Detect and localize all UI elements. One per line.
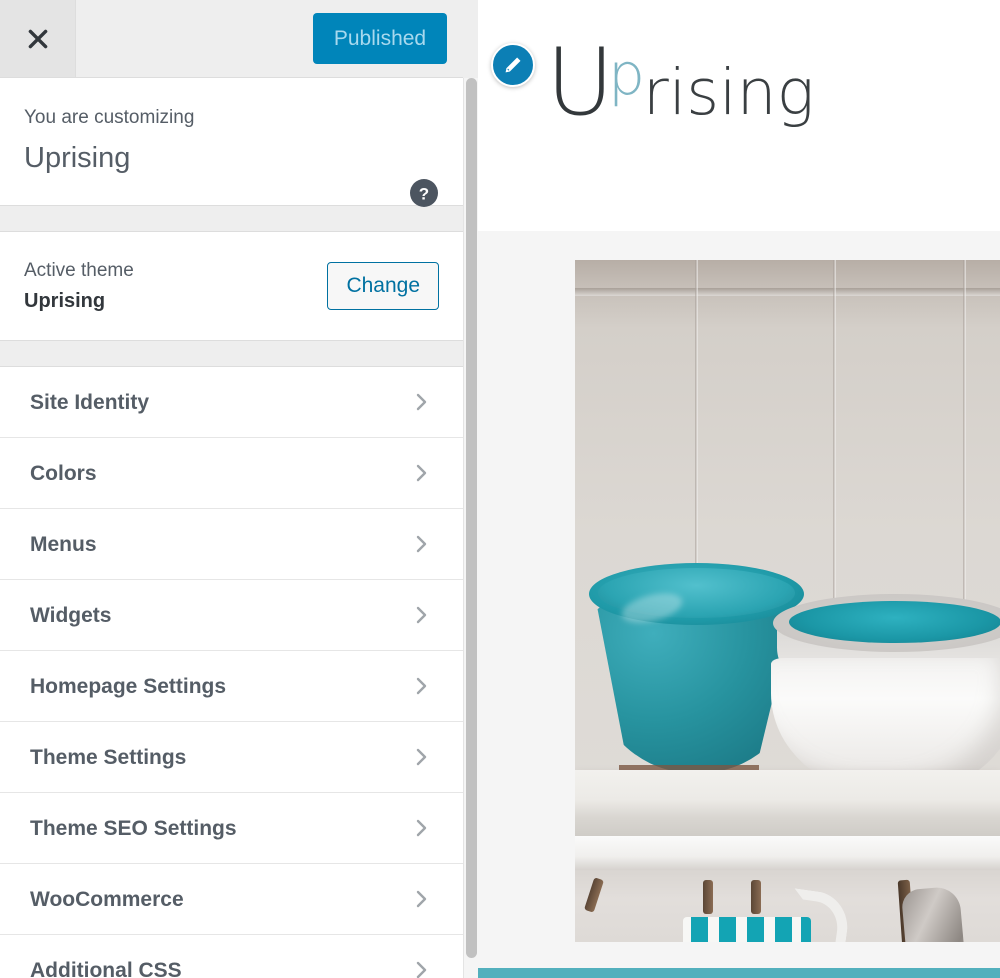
page-title: Uprising — [24, 141, 131, 174]
site-header: Uprising — [478, 0, 1000, 231]
white-bowl-back-inner — [789, 601, 1000, 643]
customizer-sections-list: Site Identity Colors Menus Widgets Homep… — [0, 367, 463, 978]
chevron-right-icon — [416, 961, 427, 978]
sidebar-item-theme-settings[interactable]: Theme Settings — [0, 722, 463, 794]
sidebar-item-widgets[interactable]: Widgets — [0, 580, 463, 652]
section-divider-band — [0, 206, 463, 233]
active-theme-info: Active theme Uprising — [24, 258, 134, 314]
photo-wall-rail — [575, 288, 1000, 296]
hero-photo — [575, 260, 1000, 942]
customizing-header-block: You are customizing Uprising ? — [0, 78, 463, 208]
site-footer-accent-band — [478, 968, 1000, 978]
change-theme-button[interactable]: Change — [327, 262, 439, 311]
sidebar-item-colors[interactable]: Colors — [0, 438, 463, 510]
site-preview-pane: Uprising — [478, 0, 1000, 978]
customizer-sidebar: Published You are customizing Uprising ?… — [0, 0, 478, 978]
svg-text:?: ? — [419, 185, 429, 204]
chevron-right-icon — [416, 535, 427, 553]
section-divider-band-2 — [0, 341, 463, 368]
sidebar-item-homepage-settings[interactable]: Homepage Settings — [0, 651, 463, 723]
mug-stripe — [719, 917, 736, 942]
sidebar-item-additional-css[interactable]: Additional CSS — [0, 935, 463, 978]
chevron-right-icon — [416, 677, 427, 695]
sidebar-scrollbar-thumb[interactable] — [466, 78, 477, 958]
sidebar-item-label: Menus — [30, 532, 97, 556]
striped-mug — [683, 917, 811, 942]
customizer-header: Published — [0, 0, 463, 78]
photo-shelf-upper — [575, 770, 1000, 836]
sidebar-item-label: Additional CSS — [30, 958, 182, 978]
customizer-scroll-content: You are customizing Uprising ? Active th… — [0, 78, 463, 978]
site-logo[interactable]: Uprising — [546, 36, 820, 129]
site-logo-part-3: rising — [642, 56, 815, 129]
close-customizer-button[interactable] — [0, 0, 76, 77]
mug-stripe — [775, 917, 792, 942]
sidebar-item-woocommerce[interactable]: WooCommerce — [0, 864, 463, 936]
active-theme-label: Active theme — [24, 260, 134, 282]
close-icon — [28, 29, 47, 48]
sidebar-item-theme-seo-settings[interactable]: Theme SEO Settings — [0, 793, 463, 865]
active-theme-block: Active theme Uprising Change — [0, 232, 463, 342]
edit-shortcut-button[interactable] — [491, 43, 535, 87]
chevron-right-icon — [416, 393, 427, 411]
customizer-screen: Published You are customizing Uprising ?… — [0, 0, 1000, 978]
publish-button[interactable]: Published — [313, 13, 447, 64]
pencil-edit-icon — [505, 57, 521, 73]
wall-hook — [751, 880, 761, 914]
mug-stripe — [801, 917, 811, 942]
sidebar-item-label: Colors — [30, 461, 97, 485]
active-theme-name: Uprising — [24, 290, 106, 313]
header-spacer — [76, 0, 313, 77]
wall-hook — [703, 880, 713, 914]
publish-button-wrap: Published — [313, 0, 463, 77]
chevron-right-icon — [416, 606, 427, 624]
site-content-area — [478, 231, 1000, 978]
wall-hook — [583, 877, 605, 913]
mug-stripe — [747, 917, 764, 942]
sidebar-item-label: Theme Settings — [30, 745, 187, 769]
chevron-right-icon — [416, 464, 427, 482]
sidebar-scrollbar[interactable] — [463, 78, 478, 978]
sidebar-item-site-identity[interactable]: Site Identity — [0, 367, 463, 439]
chevron-right-icon — [416, 890, 427, 908]
mug-stripe — [691, 917, 708, 942]
chevron-right-icon — [416, 748, 427, 766]
site-logo-part-2: p — [608, 40, 645, 108]
help-icon[interactable]: ? — [409, 178, 439, 208]
sidebar-item-label: WooCommerce — [30, 887, 184, 911]
sidebar-item-label: Widgets — [30, 603, 112, 627]
sidebar-item-label: Homepage Settings — [30, 674, 227, 698]
sidebar-item-menus[interactable]: Menus — [0, 509, 463, 581]
chevron-right-icon — [416, 819, 427, 837]
site-logo-part-1: U — [546, 28, 614, 136]
customizing-eyebrow: You are customizing — [24, 107, 195, 128]
sidebar-item-label: Site Identity — [30, 390, 150, 414]
photo-shelf-lower — [575, 836, 1000, 870]
sidebar-item-label: Theme SEO Settings — [30, 816, 237, 840]
